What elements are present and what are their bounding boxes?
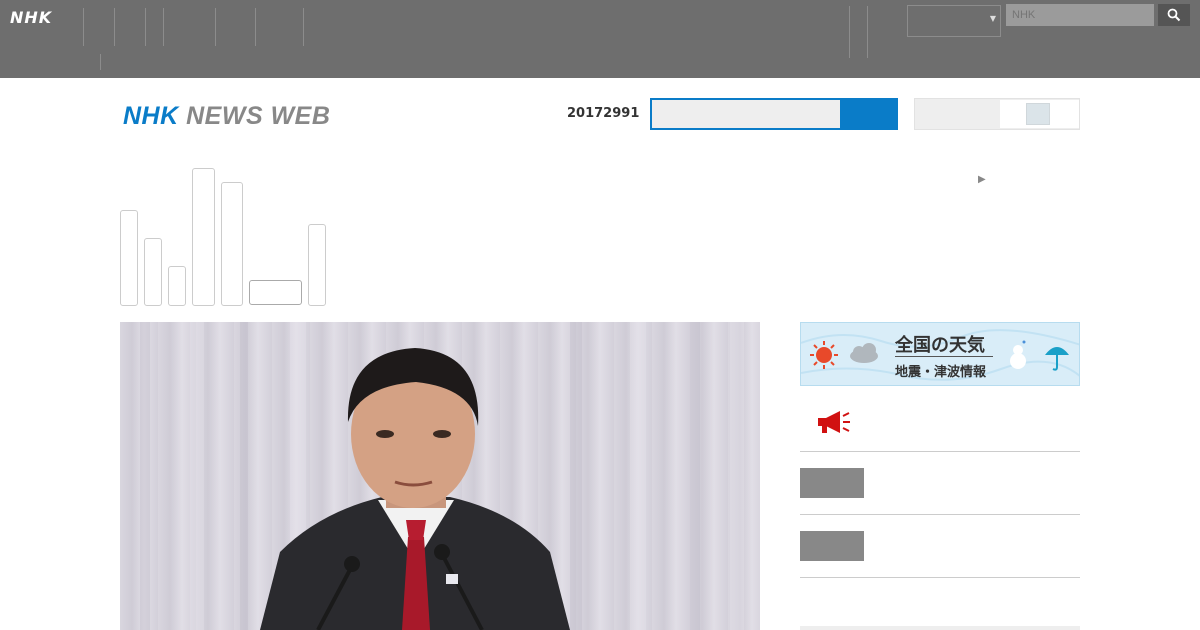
more-link[interactable]: ▶ bbox=[978, 171, 991, 187]
news-web-logo-text: NEWS WEB bbox=[186, 102, 331, 130]
side-link-alert[interactable] bbox=[800, 394, 1080, 452]
tab-category-active[interactable] bbox=[249, 280, 302, 305]
gnav-right-item-2[interactable] bbox=[867, 6, 907, 58]
display-toggle-label bbox=[915, 99, 1001, 129]
current-date: 20172991 bbox=[567, 106, 640, 121]
weather-banner[interactable]: 全国の天気 地震・津波情報 bbox=[800, 322, 1080, 386]
gnav-item-5[interactable] bbox=[215, 8, 255, 46]
gnav-item-3[interactable] bbox=[145, 8, 163, 46]
side-link-3[interactable] bbox=[800, 515, 1080, 578]
sun-icon bbox=[810, 341, 838, 369]
side-link-3-thumbnail bbox=[800, 531, 864, 561]
tab-category-7[interactable] bbox=[308, 224, 326, 306]
toggle-knob[interactable] bbox=[1026, 103, 1050, 125]
cloud-icon bbox=[850, 343, 878, 363]
nhk-logo[interactable]: NHK bbox=[10, 8, 52, 27]
side-link-2[interactable] bbox=[800, 452, 1080, 515]
tab-category-3[interactable] bbox=[168, 266, 186, 306]
news-web-logo-nhk: NHK bbox=[123, 102, 179, 130]
gnav-sub-divider bbox=[100, 54, 101, 70]
gnav-item-6[interactable] bbox=[255, 8, 303, 46]
side-link-2-thumbnail bbox=[800, 468, 864, 498]
tab-category-5[interactable] bbox=[221, 182, 243, 306]
tab-category-1[interactable] bbox=[120, 210, 138, 306]
news-search-button[interactable] bbox=[840, 98, 898, 130]
weather-divider bbox=[895, 356, 993, 357]
tab-category-2[interactable] bbox=[144, 238, 162, 306]
gnav-item-2[interactable] bbox=[114, 8, 145, 46]
gnav-right-item-1[interactable] bbox=[849, 6, 867, 58]
toggle-switch[interactable] bbox=[1000, 100, 1079, 128]
global-nav-right bbox=[849, 6, 907, 58]
gnav-item-1[interactable] bbox=[83, 8, 114, 46]
megaphone-icon bbox=[818, 411, 850, 433]
news-web-logo[interactable]: NHK NEWS WEB bbox=[123, 102, 330, 131]
chevron-down-icon: ▼ bbox=[989, 14, 996, 23]
news-photo-illustration bbox=[140, 322, 744, 630]
global-search-input[interactable] bbox=[1006, 4, 1154, 26]
snowman-icon bbox=[1010, 340, 1026, 369]
gnav-item-4[interactable] bbox=[163, 8, 215, 46]
tab-category-4[interactable] bbox=[192, 168, 215, 306]
weather-title: 全国の天気 bbox=[895, 335, 985, 356]
news-search-input[interactable] bbox=[652, 100, 840, 128]
main-news-photo[interactable] bbox=[120, 322, 760, 630]
global-header: NHK ▼ bbox=[0, 0, 1200, 78]
news-search bbox=[650, 98, 898, 130]
search-icon bbox=[1167, 8, 1181, 22]
display-toggle[interactable] bbox=[914, 98, 1080, 130]
gnav-divider bbox=[303, 8, 312, 46]
quake-tsunami-label: 地震・津波情報 bbox=[895, 365, 987, 380]
region-select[interactable]: ▼ bbox=[907, 5, 1001, 37]
global-nav bbox=[83, 8, 312, 46]
global-search-button[interactable] bbox=[1158, 4, 1190, 26]
triangle-right-icon: ▶ bbox=[978, 174, 986, 185]
side-box bbox=[800, 626, 1080, 630]
